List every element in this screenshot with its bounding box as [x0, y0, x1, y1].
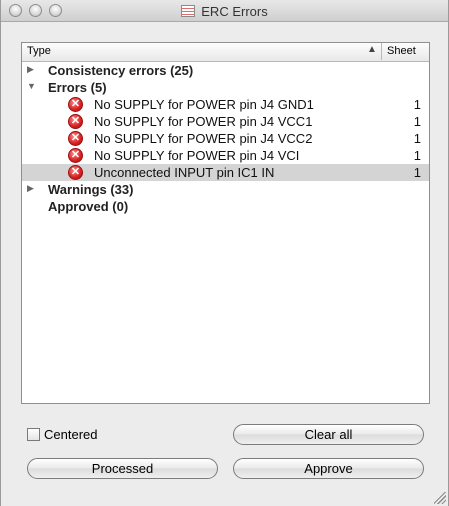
sheet-value: 1 — [413, 114, 421, 129]
disclosure-collapsed-icon[interactable]: ▶ — [27, 64, 34, 75]
tree-row-error[interactable]: ✕ No SUPPLY for POWER pin J4 VCC1 1 — [22, 113, 429, 130]
group-label: Errors (5) — [48, 80, 107, 95]
error-icon: ✕ — [68, 97, 83, 112]
centered-checkbox-wrap[interactable]: Centered — [27, 427, 97, 442]
resize-grip-icon[interactable] — [434, 492, 446, 504]
column-header-type[interactable]: Type — [27, 45, 51, 57]
tree-group-warnings[interactable]: ▶ Warnings (33) — [22, 181, 429, 198]
error-label: No SUPPLY for POWER pin J4 VCC2 — [94, 131, 313, 146]
tree-group-consistency-errors[interactable]: ▶ Consistency errors (25) — [22, 62, 429, 79]
group-label: Warnings (33) — [48, 182, 134, 197]
error-icon: ✕ — [68, 165, 83, 180]
tree-group-errors[interactable]: ▼ Errors (5) — [22, 79, 429, 96]
window-title-wrap: ERC Errors — [1, 0, 448, 22]
tree-row-error[interactable]: ✕ No SUPPLY for POWER pin J4 GND1 1 — [22, 96, 429, 113]
erc-tree-view[interactable]: Type ▲ Sheet ▶ Consistency errors (25) ▼… — [21, 42, 430, 404]
tree-row-error-selected[interactable]: ✕ Unconnected INPUT pin IC1 IN 1 — [22, 164, 429, 181]
group-label: Consistency errors (25) — [48, 63, 194, 78]
sheet-value: 1 — [413, 97, 421, 112]
disclosure-collapsed-icon[interactable]: ▶ — [27, 183, 34, 194]
window-title: ERC Errors — [201, 3, 268, 19]
error-icon: ✕ — [68, 114, 83, 129]
erc-errors-window: ERC Errors Type ▲ Sheet ▶ Consistency er… — [0, 0, 449, 506]
sort-ascending-icon: ▲ — [367, 44, 377, 55]
error-label: No SUPPLY for POWER pin J4 VCI — [94, 148, 300, 163]
error-label: No SUPPLY for POWER pin J4 GND1 — [94, 97, 314, 112]
clear-all-button[interactable]: Clear all — [233, 424, 424, 445]
tree-group-approved[interactable]: Approved (0) — [22, 198, 429, 215]
tree-row-error[interactable]: ✕ No SUPPLY for POWER pin J4 VCI 1 — [22, 147, 429, 164]
document-icon — [181, 5, 196, 17]
sheet-value: 1 — [413, 165, 421, 180]
tree-row-error[interactable]: ✕ No SUPPLY for POWER pin J4 VCC2 1 — [22, 130, 429, 147]
error-label: Unconnected INPUT pin IC1 IN — [94, 165, 275, 180]
disclosure-expanded-icon[interactable]: ▼ — [27, 81, 36, 91]
approve-button[interactable]: Approve — [233, 458, 424, 479]
error-icon: ✕ — [68, 131, 83, 146]
column-header-sheet[interactable]: Sheet — [381, 43, 429, 60]
centered-label: Centered — [44, 427, 98, 442]
sheet-value: 1 — [413, 148, 421, 163]
sheet-value: 1 — [413, 131, 421, 146]
error-label: No SUPPLY for POWER pin J4 VCC1 — [94, 114, 313, 129]
centered-checkbox[interactable] — [27, 428, 40, 441]
processed-button[interactable]: Processed — [27, 458, 218, 479]
title-bar: ERC Errors — [1, 0, 448, 22]
error-icon: ✕ — [68, 148, 83, 163]
tree-header: Type ▲ Sheet — [22, 43, 429, 62]
group-label: Approved (0) — [48, 199, 129, 214]
